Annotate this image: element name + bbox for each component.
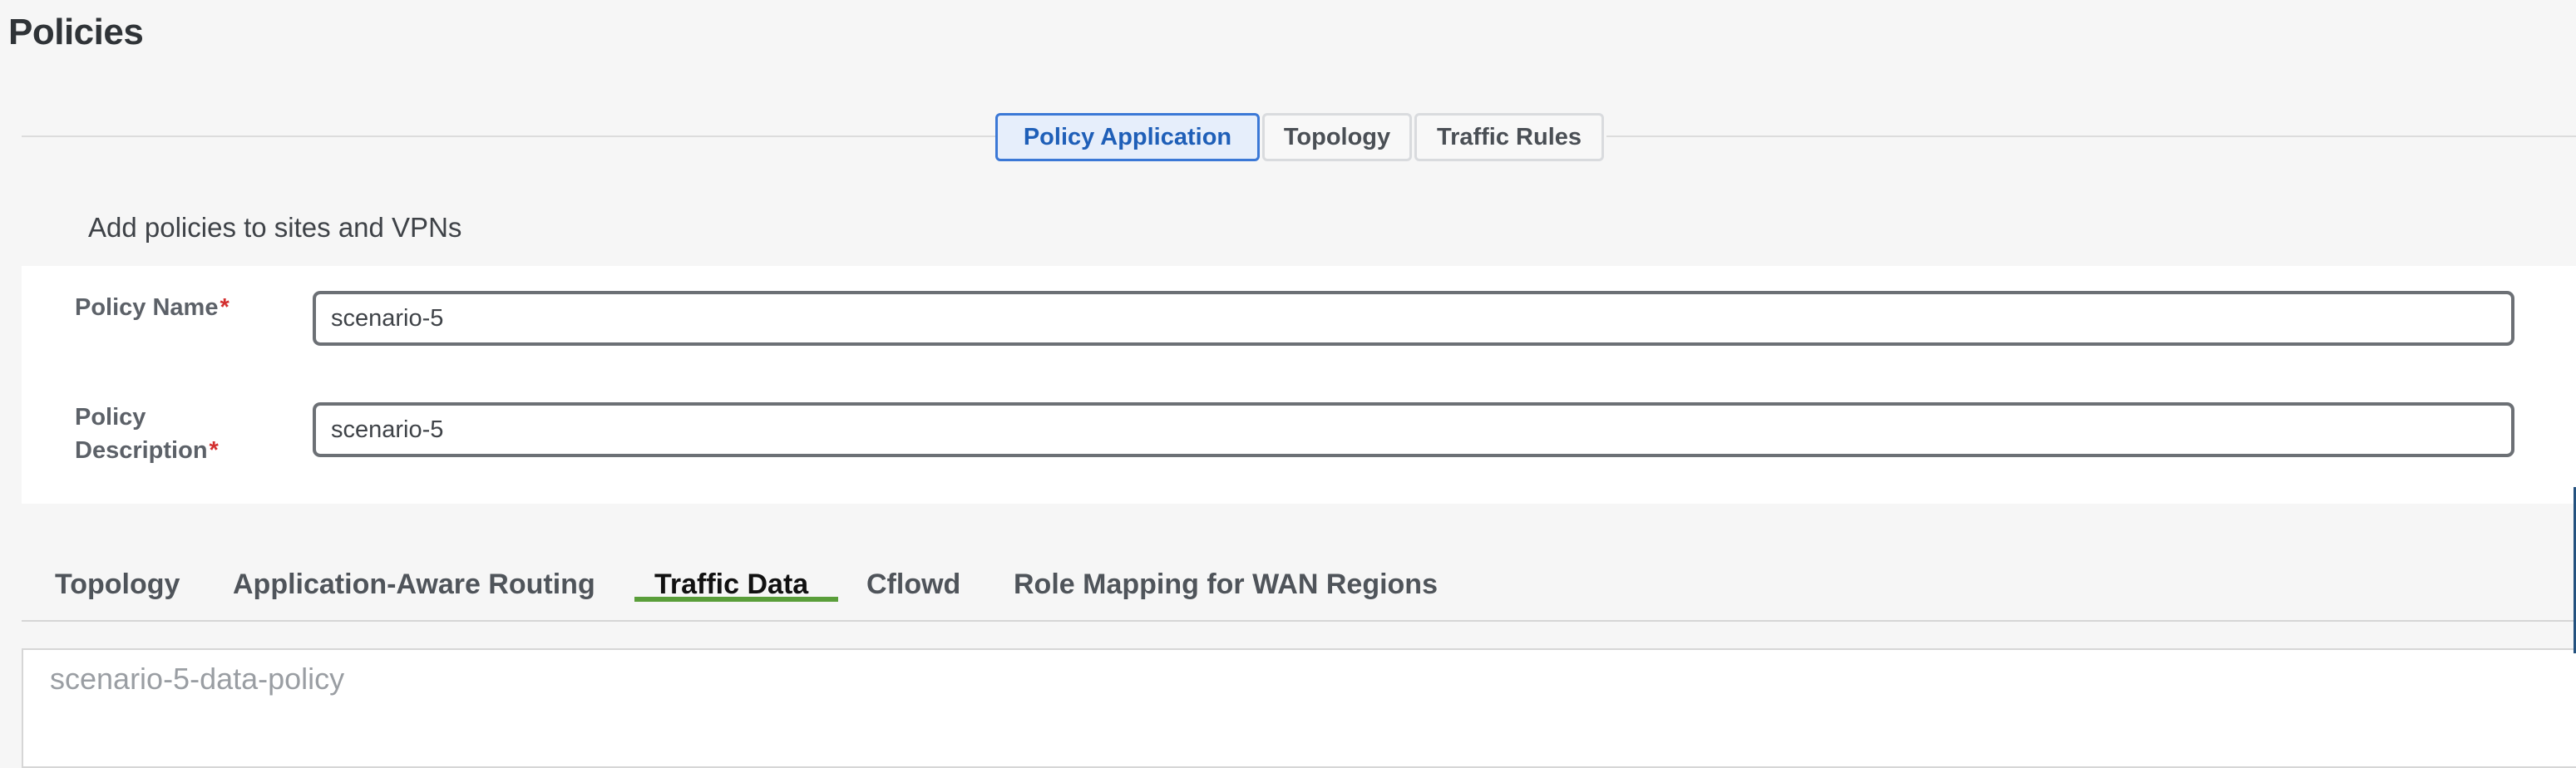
tab-application-aware-routing[interactable]: Application-Aware Routing — [233, 557, 595, 612]
traffic-data-panel: scenario-5-data-policy — [22, 648, 2576, 768]
active-tab-indicator — [634, 597, 838, 602]
tab-topology[interactable]: Topology — [55, 557, 180, 612]
traffic-rules-button[interactable]: Traffic Rules — [1414, 113, 1604, 161]
policy-application-button[interactable]: Policy Application — [995, 113, 1260, 161]
policy-description-label-line1: Policy — [75, 404, 146, 431]
required-marker: * — [220, 294, 229, 321]
required-marker: * — [209, 437, 219, 464]
tab-cflowd[interactable]: Cflowd — [866, 557, 960, 612]
policy-name-label-text: Policy Name — [75, 294, 219, 321]
policy-description-label-line2-wrap: Description* — [75, 434, 219, 467]
policy-name-input[interactable] — [313, 291, 2514, 346]
topology-button[interactable]: Topology — [1262, 113, 1412, 161]
policy-name-label: Policy Name* — [75, 291, 229, 324]
policy-description-input[interactable] — [313, 402, 2514, 457]
section-subtitle: Add policies to sites and VPNs — [88, 212, 462, 243]
policy-form: Policy Name* Policy Description* — [22, 266, 2576, 504]
tab-traffic-data[interactable]: Traffic Data — [654, 557, 808, 612]
policy-view-switcher: Policy Application Topology Traffic Rule… — [995, 113, 1606, 161]
policy-description-label-line2: Description — [75, 437, 208, 464]
page-title: Policies — [8, 12, 144, 52]
policy-tabs: Topology Application-Aware Routing Traff… — [22, 549, 2576, 622]
policy-description-label: Policy Description* — [75, 401, 219, 467]
data-policy-name[interactable]: scenario-5-data-policy — [50, 662, 344, 697]
tab-role-mapping[interactable]: Role Mapping for WAN Regions — [1014, 557, 1438, 612]
